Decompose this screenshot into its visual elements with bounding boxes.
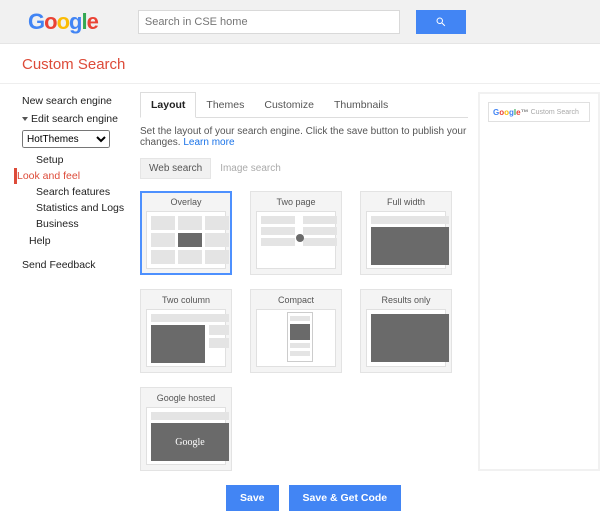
search-button[interactable] — [416, 10, 466, 34]
sidebar-item-look-feel[interactable]: Look and feel — [14, 168, 134, 184]
search-input[interactable] — [138, 10, 400, 34]
product-title: Custom Search — [0, 44, 600, 84]
preview-search-box[interactable]: Google™ Custom Search — [488, 102, 590, 122]
sidebar-new-engine[interactable]: New search engine — [22, 92, 134, 110]
layout-overlay[interactable]: Overlay — [140, 191, 232, 275]
subtabs: Web search Image search — [140, 158, 468, 179]
layout-two-column-title: Two column — [146, 295, 226, 305]
sidebar-help-label: Help — [29, 235, 51, 247]
layout-overlay-title: Overlay — [146, 197, 226, 207]
sidebar-sublist: Setup Look and feel Search features Stat… — [22, 152, 134, 232]
tabs: Layout Themes Customize Thumbnails — [140, 92, 468, 118]
layout-results-only-title: Results only — [366, 295, 446, 305]
sidebar-edit-label: Edit search engine — [31, 113, 118, 125]
chevron-down-icon — [22, 117, 28, 121]
search-icon — [435, 16, 447, 28]
layout-compact-thumb — [256, 309, 336, 367]
layout-two-column-thumb — [146, 309, 226, 367]
subtab-image[interactable]: Image search — [211, 158, 290, 179]
layout-google-hosted[interactable]: Google hosted Google — [140, 387, 232, 471]
save-button[interactable]: Save — [226, 485, 279, 511]
engine-select[interactable]: HotThemes — [22, 130, 110, 148]
layout-grid: Overlay Two page — [140, 191, 468, 471]
main-panel: Layout Themes Customize Thumbnails Set t… — [140, 92, 468, 471]
subtab-web[interactable]: Web search — [140, 158, 211, 179]
sidebar-help[interactable]: Help — [22, 232, 134, 250]
layout-full-width[interactable]: Full width — [360, 191, 452, 275]
tab-customize[interactable]: Customize — [254, 93, 324, 117]
layout-overlay-thumb — [146, 211, 226, 269]
layout-two-column[interactable]: Two column — [140, 289, 232, 373]
sidebar-item-setup[interactable]: Setup — [36, 152, 134, 168]
layout-results-only[interactable]: Results only — [360, 289, 452, 373]
learn-more-link[interactable]: Learn more — [183, 137, 234, 148]
footer-buttons: Save Save & Get Code — [0, 471, 600, 511]
preview-panel: Google™ Custom Search — [478, 92, 600, 471]
save-get-code-button[interactable]: Save & Get Code — [289, 485, 402, 511]
layout-full-width-title: Full width — [366, 197, 446, 207]
tab-layout[interactable]: Layout — [140, 92, 196, 118]
sidebar-item-stats-logs[interactable]: Statistics and Logs — [36, 200, 134, 216]
layout-description: Set the layout of your search engine. Cl… — [140, 118, 468, 158]
sidebar-edit-engine[interactable]: Edit search engine — [22, 110, 134, 128]
header-search — [138, 10, 466, 34]
layout-two-page-title: Two page — [256, 197, 336, 207]
layout-two-page-thumb — [256, 211, 336, 269]
top-bar: Google — [0, 0, 600, 44]
layout-two-page[interactable]: Two page — [250, 191, 342, 275]
layout-compact-title: Compact — [256, 295, 336, 305]
sidebar: New search engine Edit search engine Hot… — [22, 92, 134, 471]
sidebar-item-search-features[interactable]: Search features — [36, 184, 134, 200]
content: New search engine Edit search engine Hot… — [0, 84, 600, 471]
layout-results-only-thumb — [366, 309, 446, 367]
tab-thumbnails[interactable]: Thumbnails — [324, 93, 398, 117]
layout-google-hosted-title: Google hosted — [146, 393, 226, 403]
sidebar-feedback[interactable]: Send Feedback — [22, 256, 134, 274]
layout-compact[interactable]: Compact — [250, 289, 342, 373]
google-logo: Google — [28, 9, 98, 35]
preview-placeholder: Custom Search — [531, 109, 579, 116]
sidebar-item-business[interactable]: Business — [36, 216, 134, 232]
layout-full-width-thumb — [366, 211, 446, 269]
layout-google-hosted-thumb: Google — [146, 407, 226, 465]
tab-themes[interactable]: Themes — [196, 93, 254, 117]
preview-google-logo: Google™ — [493, 108, 529, 117]
